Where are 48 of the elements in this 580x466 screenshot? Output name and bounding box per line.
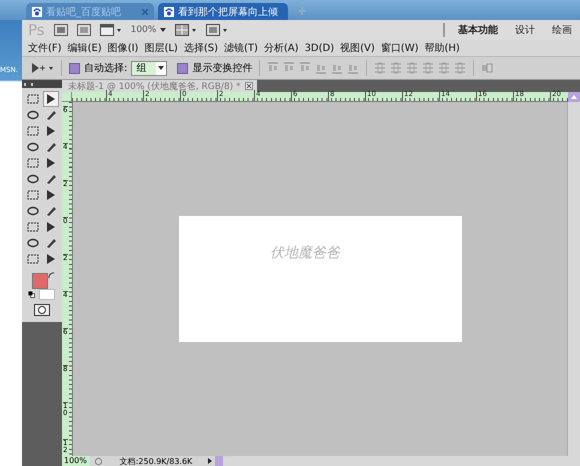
menu-item[interactable]: 编辑(E) [68, 41, 102, 55]
menu-item[interactable]: 视图(V) [340, 41, 375, 55]
status-icon[interactable] [94, 456, 103, 466]
menu-item[interactable]: 分析(A) [264, 41, 299, 55]
checkbox[interactable] [69, 62, 80, 74]
horizontal-scrollbar[interactable] [215, 456, 580, 466]
menu-item[interactable]: 帮助(H) [424, 41, 460, 55]
paw-icon [164, 6, 174, 16]
menu-item[interactable]: 图像(I) [108, 41, 138, 55]
swap-colors-icon[interactable] [48, 272, 55, 279]
tab-title: 看贴吧_百度贴吧 [46, 6, 122, 18]
foreground-color-swatch[interactable] [32, 273, 48, 289]
paw-icon [32, 6, 42, 16]
workspace-button[interactable]: 基本功能 [454, 23, 502, 37]
document-title: 未标题-1 @ 100% (伏地魔爸爸, RGB/8) * [68, 80, 241, 92]
move-tool-icon[interactable] [30, 62, 54, 74]
browser-tab[interactable]: 看到那个把屏幕向上倾 [158, 3, 288, 20]
close-icon[interactable] [244, 82, 253, 90]
layout-dropdown-icon[interactable] [175, 24, 198, 36]
workspace-button[interactable]: 绘画 [548, 23, 576, 37]
document-info: 文档:250.9K/83.6K [118, 456, 194, 466]
view-dropdown-icon[interactable] [100, 24, 122, 36]
checkbox[interactable] [177, 62, 188, 74]
menu-item[interactable]: 滤镜(T) [224, 41, 258, 55]
menu-item[interactable]: 图层(L) [144, 41, 178, 55]
menu-item[interactable]: 窗口(W) [380, 41, 418, 55]
checkbox-label: 自动选择: [84, 62, 128, 75]
marquee-tool-icon[interactable] [26, 92, 40, 106]
checkbox-label: 显示变换控件 [192, 62, 252, 75]
vertical-scrollbar[interactable] [567, 102, 580, 456]
collapse-icon[interactable] [24, 82, 33, 86]
default-colors-icon[interactable] [28, 291, 35, 298]
zoom-field[interactable]: 100% [62, 456, 90, 466]
menu-item[interactable]: 文件(F) [28, 41, 62, 55]
lasso-tool-icon[interactable] [26, 108, 40, 122]
background-color-swatch[interactable] [39, 289, 55, 300]
zoom-dropdown[interactable]: 100% [130, 25, 166, 35]
workspace-button[interactable]: 设计 [511, 23, 539, 37]
move-tool-icon[interactable] [44, 92, 58, 106]
mini-bridge-icon[interactable] [76, 24, 91, 36]
menu-item[interactable]: 3D(D) [304, 42, 334, 54]
canvas-text: 伏地魔爸爸 [270, 244, 340, 262]
bridge-icon[interactable] [54, 24, 68, 36]
quick-mask-icon[interactable] [34, 304, 50, 316]
screen-mode-icon[interactable] [206, 24, 228, 36]
tab-title: 看到那个把屏幕向上倾 [178, 6, 279, 18]
menu-item[interactable]: 选择(S) [184, 41, 218, 55]
select-dropdown[interactable]: 组 [131, 60, 168, 76]
